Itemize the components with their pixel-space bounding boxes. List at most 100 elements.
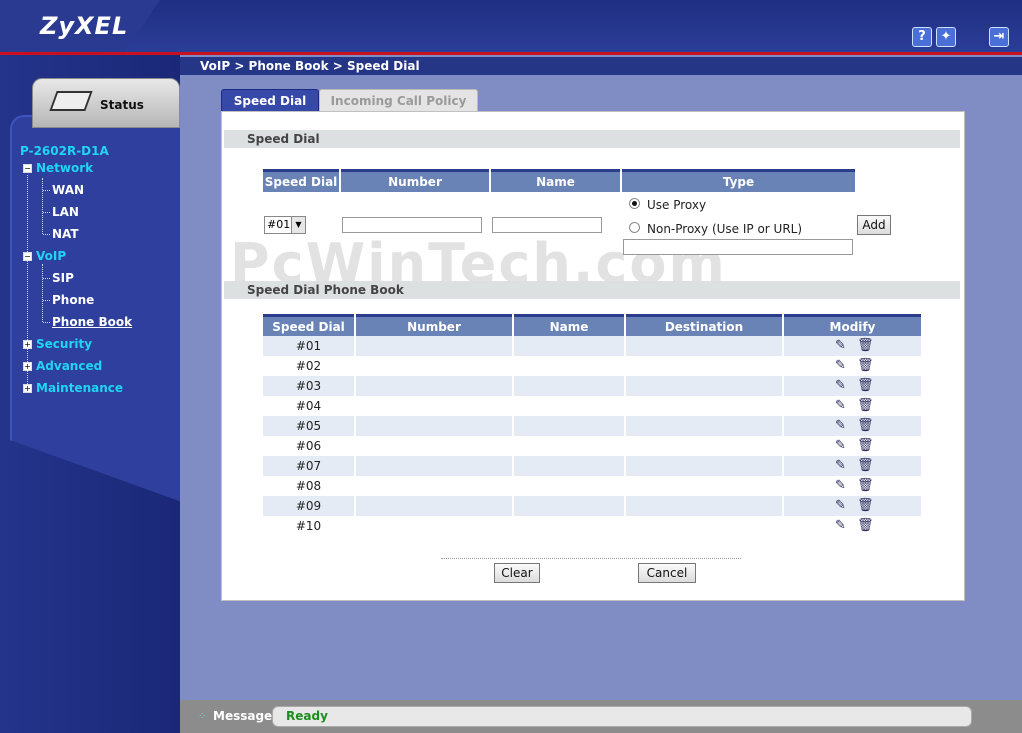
delete-icon[interactable]: 🗑 bbox=[857, 378, 874, 393]
delete-icon[interactable]: 🗑 bbox=[857, 518, 874, 533]
delete-icon[interactable]: 🗑 bbox=[857, 498, 874, 513]
sidebar-item-phone-book[interactable]: Phone Book bbox=[52, 315, 132, 329]
destination-cell bbox=[626, 436, 782, 456]
delete-icon[interactable]: 🗑 bbox=[857, 418, 874, 433]
zyxel-logo: ZyXEL bbox=[40, 12, 129, 40]
destination-cell bbox=[626, 376, 782, 396]
name-cell bbox=[514, 456, 624, 476]
speed-dial-cell: #10 bbox=[295, 519, 322, 533]
edit-icon[interactable]: ✎ bbox=[835, 378, 846, 393]
phone-book-section-title: Speed Dial Phone Book bbox=[247, 283, 404, 297]
tree-line bbox=[27, 175, 28, 390]
delete-icon[interactable]: 🗑 bbox=[857, 338, 874, 353]
modify-cell: ✎ 🗑 bbox=[784, 356, 921, 376]
breadcrumb: VoIP > Phone Book > Speed Dial bbox=[180, 57, 1022, 75]
table-header-name: Name bbox=[514, 314, 624, 337]
tree-line bbox=[43, 190, 50, 191]
modify-cell: ✎ 🗑 bbox=[784, 396, 921, 416]
tree-line bbox=[42, 178, 43, 234]
form-header-type: Type bbox=[622, 169, 855, 192]
name-input[interactable] bbox=[492, 217, 602, 233]
sidebar-item-advanced[interactable]: Advanced bbox=[36, 359, 102, 373]
speed-dial-section-title: Speed Dial bbox=[247, 132, 320, 146]
status-tab[interactable]: Status bbox=[32, 78, 180, 128]
speed-dial-cell: #06 bbox=[295, 439, 322, 453]
tree-line bbox=[43, 234, 50, 235]
edit-icon[interactable]: ✎ bbox=[835, 478, 846, 493]
sidebar-item-lan[interactable]: LAN bbox=[52, 205, 79, 219]
form-header-name: Name bbox=[491, 169, 620, 192]
logout-icon[interactable]: ⇥ bbox=[989, 27, 1009, 47]
sidebar-item-voip[interactable]: VoIP bbox=[36, 249, 66, 263]
number-input[interactable] bbox=[342, 217, 482, 233]
table-row: #02 ✎ 🗑 bbox=[263, 356, 921, 376]
sidebar-item-nat[interactable]: NAT bbox=[52, 227, 79, 241]
expand-security-icon[interactable]: + bbox=[23, 340, 32, 349]
collapse-voip-icon[interactable]: − bbox=[23, 252, 32, 261]
edit-icon[interactable]: ✎ bbox=[835, 458, 846, 473]
tree-line bbox=[42, 264, 43, 322]
number-cell bbox=[356, 416, 512, 436]
sidebar-item-wan[interactable]: WAN bbox=[52, 183, 84, 197]
table-row: #05 ✎ 🗑 bbox=[263, 416, 921, 436]
edit-icon[interactable]: ✎ bbox=[835, 398, 846, 413]
speed-dial-select[interactable]: #01 ▼ bbox=[264, 216, 306, 234]
edit-icon[interactable]: ✎ bbox=[835, 418, 846, 433]
sidebar-item-phone[interactable]: Phone bbox=[52, 293, 94, 307]
speed-dial-cell: #02 bbox=[295, 359, 322, 373]
destination-cell bbox=[626, 456, 782, 476]
tree-line bbox=[43, 300, 50, 301]
tab-incoming-call-policy[interactable]: Incoming Call Policy bbox=[319, 89, 478, 113]
edit-icon[interactable]: ✎ bbox=[835, 358, 846, 373]
use-proxy-radio[interactable] bbox=[629, 198, 640, 209]
speed-dial-cell: #03 bbox=[263, 376, 354, 396]
speed-dial-cell: #07 bbox=[263, 456, 354, 476]
table-header-speed-dial: Speed Dial bbox=[263, 314, 354, 337]
table-row: #01 ✎ 🗑 bbox=[263, 336, 921, 356]
edit-icon[interactable]: ✎ bbox=[835, 518, 846, 533]
form-header-speed-dial: Speed Dial bbox=[263, 169, 339, 192]
speed-dial-cell: #08 bbox=[295, 479, 322, 493]
edit-icon[interactable]: ✎ bbox=[835, 438, 846, 453]
delete-icon[interactable]: 🗑 bbox=[857, 398, 874, 413]
name-cell bbox=[514, 336, 624, 356]
speed-dial-cell: #04 bbox=[295, 399, 322, 413]
non-proxy-address-input[interactable] bbox=[623, 239, 853, 255]
edit-icon[interactable]: ✎ bbox=[835, 338, 846, 353]
wizard-icon[interactable]: ✦ bbox=[936, 27, 956, 47]
status-tab-label: Status bbox=[100, 98, 144, 112]
clear-button[interactable]: Clear bbox=[494, 563, 540, 583]
message-text: Ready bbox=[286, 709, 328, 723]
add-button[interactable]: Add bbox=[857, 215, 891, 235]
number-cell bbox=[356, 516, 512, 536]
speed-dial-cell: #05 bbox=[263, 416, 354, 436]
speed-dial-select-value: #01 bbox=[267, 218, 291, 231]
modify-cell: ✎ 🗑 bbox=[784, 416, 921, 436]
name-cell bbox=[514, 416, 624, 436]
tab-speed-dial[interactable]: Speed Dial bbox=[221, 89, 319, 113]
destination-cell bbox=[626, 396, 782, 416]
help-icon[interactable]: ? bbox=[912, 27, 932, 47]
delete-icon[interactable]: 🗑 bbox=[857, 438, 874, 453]
expand-maintenance-icon[interactable]: + bbox=[23, 384, 32, 393]
sidebar-item-security[interactable]: Security bbox=[36, 337, 92, 351]
sidebar-item-network[interactable]: Network bbox=[36, 161, 93, 175]
delete-icon[interactable]: 🗑 bbox=[857, 478, 874, 493]
cancel-button[interactable]: Cancel bbox=[638, 563, 696, 583]
number-cell bbox=[356, 456, 512, 476]
sidebar-item-maintenance[interactable]: Maintenance bbox=[36, 381, 123, 395]
non-proxy-radio[interactable] bbox=[629, 222, 640, 233]
table-row: #04 ✎ 🗑 bbox=[263, 396, 921, 416]
expand-advanced-icon[interactable]: + bbox=[23, 362, 32, 371]
destination-cell bbox=[626, 496, 782, 516]
name-cell bbox=[514, 496, 624, 516]
delete-icon[interactable]: 🗑 bbox=[857, 458, 874, 473]
destination-cell bbox=[626, 336, 782, 356]
destination-cell bbox=[626, 356, 782, 376]
collapse-network-icon[interactable]: − bbox=[23, 164, 32, 173]
table-row: #06 ✎ 🗑 bbox=[263, 436, 921, 456]
table-header-number: Number bbox=[356, 314, 512, 337]
delete-icon[interactable]: 🗑 bbox=[857, 358, 874, 373]
sidebar-item-sip[interactable]: SIP bbox=[52, 271, 74, 285]
edit-icon[interactable]: ✎ bbox=[835, 498, 846, 513]
